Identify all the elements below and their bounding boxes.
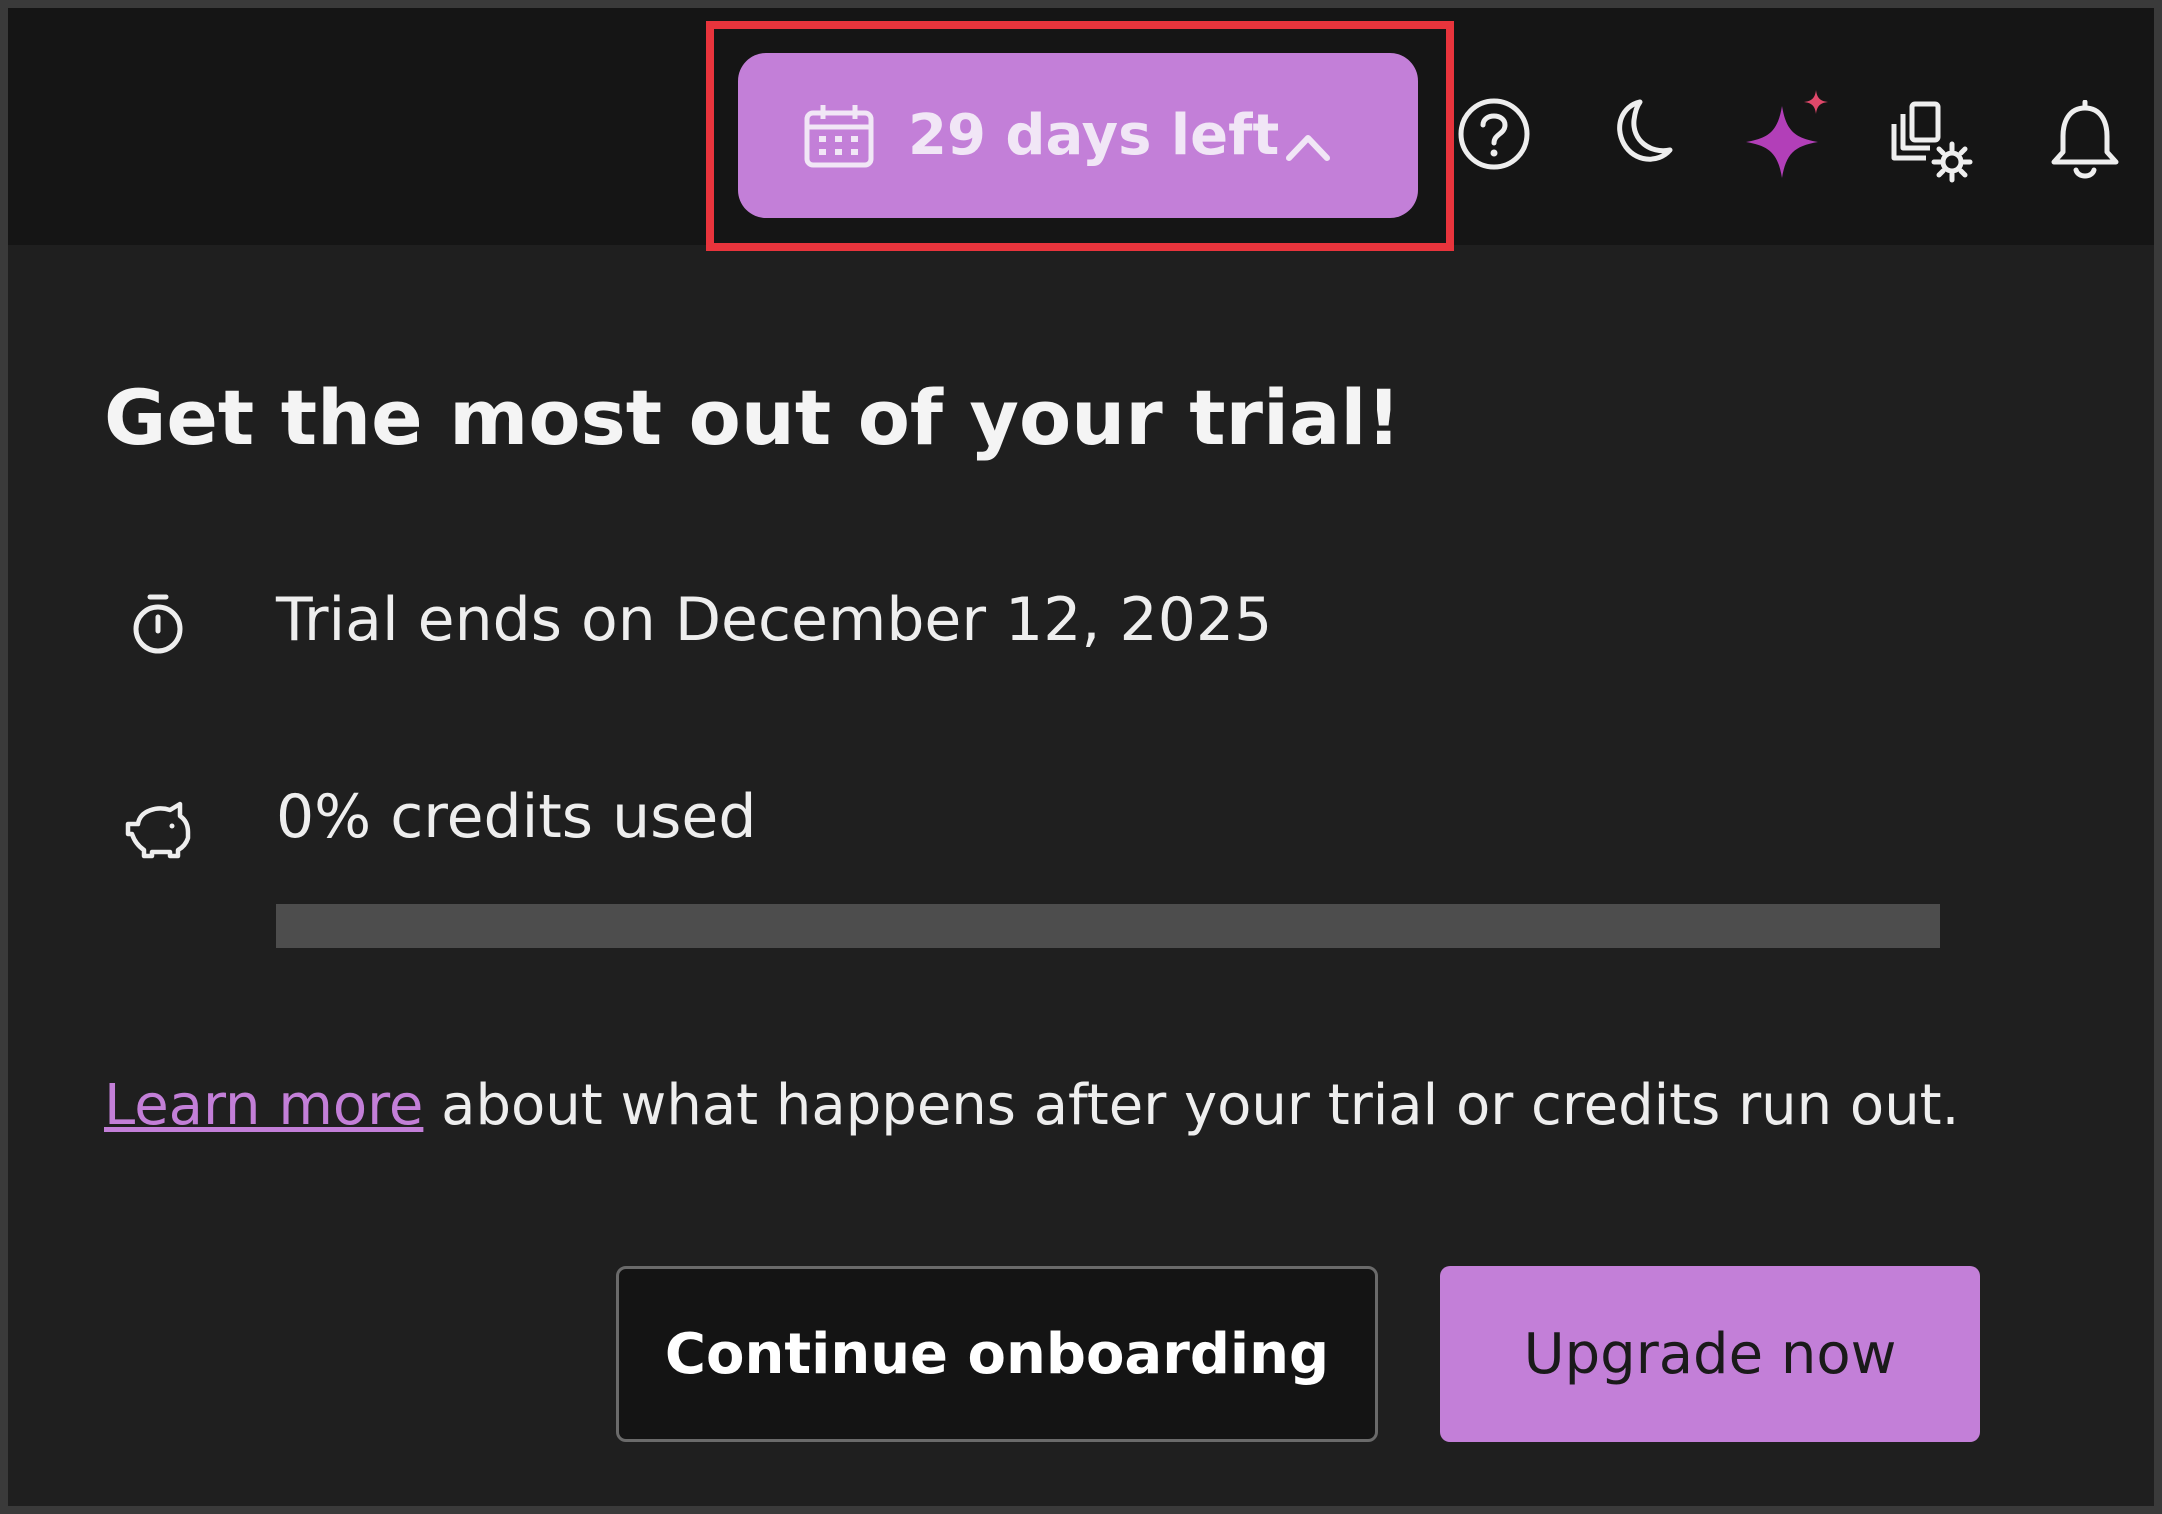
piggy-bank-icon xyxy=(124,798,194,864)
learn-more-description: about what happens after your trial or c… xyxy=(423,1073,1960,1138)
upgrade-now-button[interactable]: Upgrade now xyxy=(1440,1266,1980,1442)
bell-icon[interactable] xyxy=(2048,99,2122,184)
stopwatch-icon xyxy=(128,593,188,661)
ai-sparkle-icon[interactable] xyxy=(1744,90,1834,184)
credits-progress-bar xyxy=(276,904,1940,948)
learn-more-line: Learn more about what happens after your… xyxy=(104,1066,1959,1146)
panel-title: Get the most out of your trial! xyxy=(104,373,1402,462)
credits-used-text: 0% credits used xyxy=(276,782,757,852)
continue-onboarding-button[interactable]: Continue onboarding xyxy=(616,1266,1378,1442)
learn-more-link[interactable]: Learn more xyxy=(104,1073,423,1138)
trial-end-text: Trial ends on December 12, 2025 xyxy=(276,585,1273,655)
top-bar: 29 days left xyxy=(8,8,2154,251)
help-icon[interactable] xyxy=(1456,96,1532,176)
workspace-settings-icon[interactable] xyxy=(1890,100,1974,188)
moon-icon[interactable] xyxy=(1600,96,1676,176)
highlight-box xyxy=(706,21,1454,251)
app-frame: 29 days left Get the most out of your tr… xyxy=(8,8,2154,1506)
